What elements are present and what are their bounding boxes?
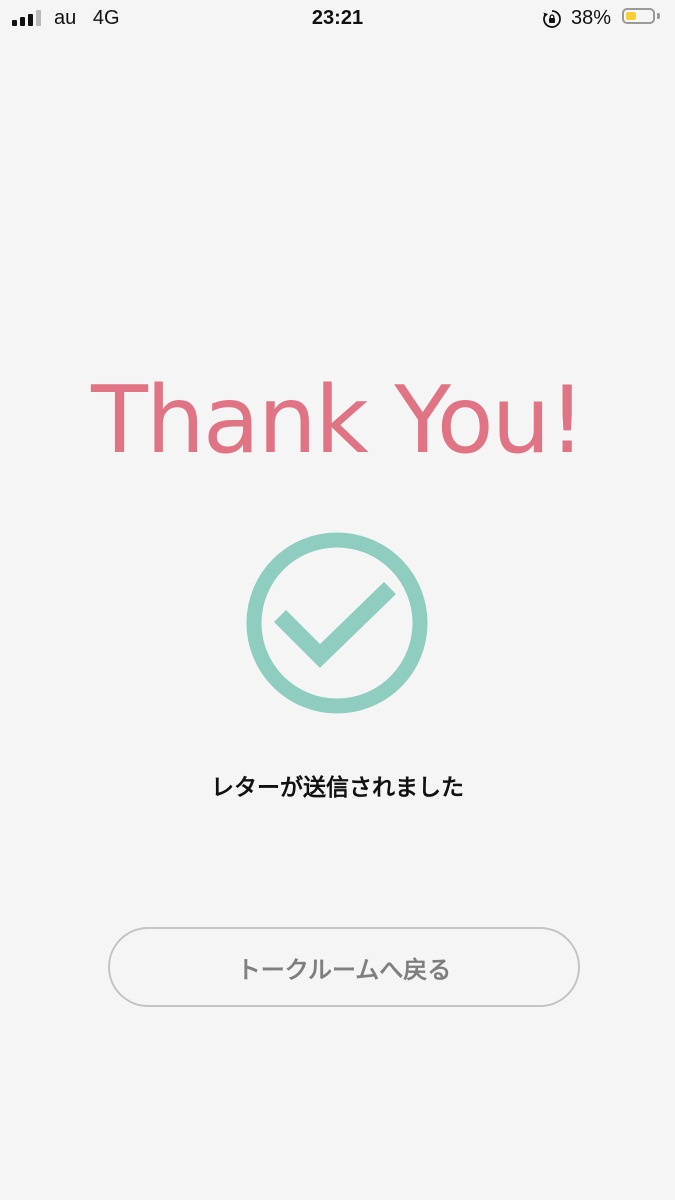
battery-level-fill <box>626 12 636 20</box>
check-circle-icon <box>246 532 428 714</box>
status-bar: au 4G 23:21 38% <box>0 0 675 38</box>
rotation-lock-icon <box>543 10 561 28</box>
sent-message: レターが送信されました <box>211 775 464 801</box>
battery-percent: 38% <box>571 7 612 29</box>
back-to-talk-room-button[interactable]: トークルームへ戻る <box>108 927 580 1007</box>
battery-icon <box>622 8 655 24</box>
battery-tip <box>657 13 660 19</box>
thank-you-heading: Thank You! <box>91 366 586 474</box>
